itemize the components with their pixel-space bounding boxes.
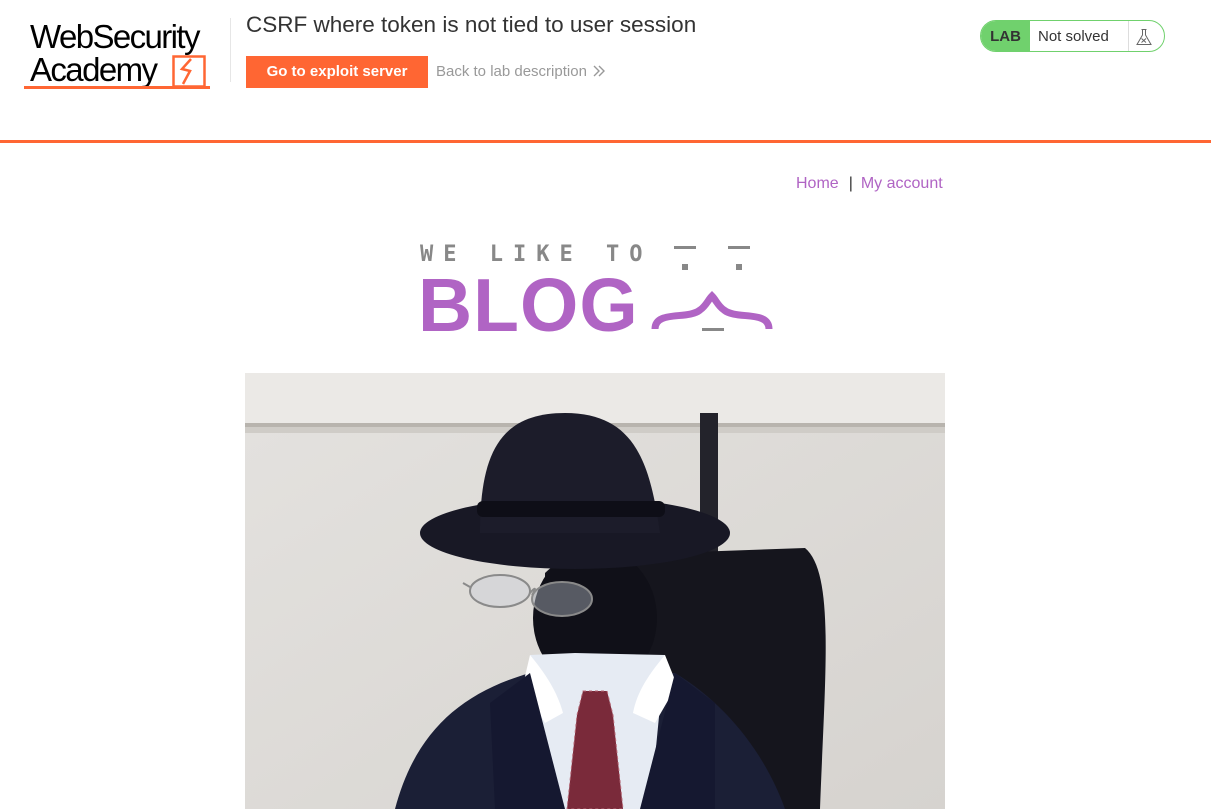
exploit-server-button[interactable]: Go to exploit server xyxy=(246,56,428,88)
lab-badge: LAB xyxy=(981,21,1030,51)
lab-status-text: Not solved xyxy=(1038,28,1109,45)
post-image[interactable] xyxy=(245,373,945,809)
logo-mark-icon xyxy=(172,55,206,88)
academy-header: WebSecurity Academy CSRF where token is … xyxy=(0,0,1211,143)
blog-banner: WE LIKE TO BLOG xyxy=(418,240,774,347)
double-chevron-right-icon xyxy=(593,65,605,77)
top-navigation: Home | My account xyxy=(796,174,943,194)
curly-brace-face-icon xyxy=(651,246,773,331)
home-link[interactable]: Home xyxy=(796,175,839,192)
header-divider xyxy=(230,18,231,82)
header-orange-bar xyxy=(0,140,1211,143)
logo-text-line1: WebSecurity xyxy=(30,18,200,55)
headless-suit-mannequin-image xyxy=(245,373,945,809)
web-security-academy-logo[interactable]: WebSecurity Academy xyxy=(24,18,228,94)
back-to-lab-description-link[interactable]: Back to lab description xyxy=(436,62,606,82)
flask-icon xyxy=(1136,29,1152,45)
logo-underline xyxy=(24,86,210,89)
lab-title: CSRF where token is not tied to user ses… xyxy=(246,12,697,37)
nav-separator: | xyxy=(848,175,853,192)
banner-title: BLOG xyxy=(418,263,639,347)
lab-status-widget: LAB Not solved xyxy=(980,20,1165,52)
back-link-label: Back to lab description xyxy=(436,63,587,80)
logo-text-line2: Academy xyxy=(30,51,158,88)
my-account-link[interactable]: My account xyxy=(861,175,943,192)
status-separator xyxy=(1128,21,1129,51)
